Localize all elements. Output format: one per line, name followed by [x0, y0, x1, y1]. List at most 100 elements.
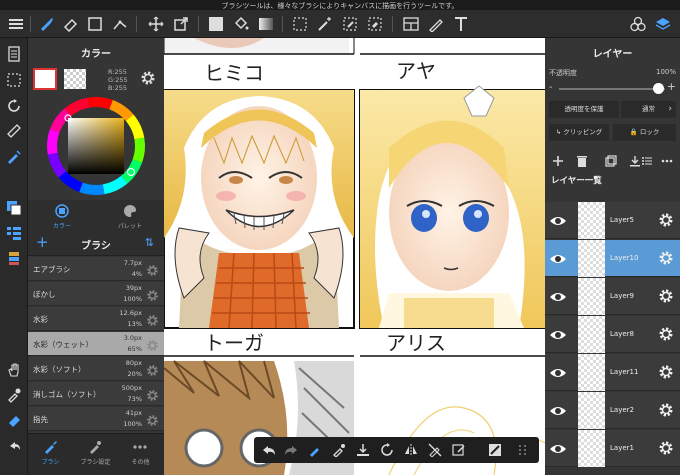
layer-settings-gear-icon[interactable]	[658, 364, 674, 380]
brush-settings-gear-icon[interactable]	[146, 337, 159, 351]
layer-row[interactable]: Layer1	[545, 430, 680, 467]
transform-tool-icon[interactable]	[171, 14, 191, 34]
eraser-quick-icon[interactable]	[4, 410, 24, 430]
visibility-eye-icon[interactable]	[549, 365, 567, 379]
brush-tool-icon[interactable]	[36, 14, 56, 34]
eyedropper-icon[interactable]	[4, 385, 24, 405]
tab-brush[interactable]: ブラシ	[28, 434, 73, 475]
lock-button[interactable]: 🔒 ロック	[613, 124, 676, 141]
brush-item[interactable]: エアブラシ 7.7px 4%	[28, 257, 164, 281]
color-settings-gear-icon[interactable]	[140, 70, 156, 86]
fullscreen-icon[interactable]	[486, 441, 504, 459]
move-tool-icon[interactable]	[146, 14, 166, 34]
snap-off-icon[interactable]	[426, 441, 444, 459]
rotate-icon[interactable]	[4, 96, 24, 116]
layer-settings-gear-icon[interactable]	[658, 402, 674, 418]
secondary-color-swatch[interactable]	[64, 69, 86, 89]
tab-brush-settings[interactable]: ブラシ設定	[73, 434, 118, 475]
flip-horizontal-icon[interactable]	[402, 441, 420, 459]
drawing-canvas[interactable]: ヒミコ アヤ トーガ アリス	[164, 38, 545, 475]
duplicate-layer-icon[interactable]	[603, 153, 619, 169]
grip-icon[interactable]	[514, 441, 532, 459]
save-icon[interactable]	[354, 441, 372, 459]
eyedropper-quick-icon[interactable]	[330, 441, 348, 459]
layer-stack-icon[interactable]	[4, 248, 24, 268]
selection-tool-icon[interactable]	[290, 14, 310, 34]
brush-settings-gear-icon[interactable]	[146, 287, 159, 301]
select-rect-icon[interactable]	[4, 70, 24, 90]
blend-mode-select[interactable]: 通常 ›	[621, 101, 676, 118]
edit-selection-icon[interactable]	[450, 441, 468, 459]
tab-other[interactable]: その他	[118, 434, 163, 475]
brush-item[interactable]: 水彩（ソフト） 80px 20%	[28, 357, 164, 381]
visibility-eye-icon[interactable]	[549, 327, 567, 341]
layers-icon[interactable]	[653, 14, 673, 34]
menu-icon[interactable]	[6, 14, 26, 34]
brush-item[interactable]: ぼかし 39px 100%	[28, 282, 164, 306]
layer-settings-gear-icon[interactable]	[658, 212, 674, 228]
visibility-eye-icon[interactable]	[549, 403, 567, 417]
layer-settings-gear-icon[interactable]	[658, 250, 674, 266]
shape-tool-icon[interactable]	[110, 14, 130, 34]
sort-brushes-icon[interactable]: ⇅	[145, 236, 154, 249]
layer-row[interactable]: Layer9	[545, 278, 680, 315]
undo-icon[interactable]	[260, 441, 278, 459]
layer-row[interactable]: Layer10	[545, 240, 680, 277]
redo-icon[interactable]	[282, 441, 300, 459]
opacity-decrease-button[interactable]: -	[549, 82, 553, 93]
add-layer-icon[interactable]	[550, 153, 566, 169]
visibility-eye-icon[interactable]	[549, 441, 567, 455]
rotate-canvas-icon[interactable]	[378, 441, 396, 459]
layer-settings-gear-icon[interactable]	[658, 288, 674, 304]
primary-color-swatch[interactable]	[33, 68, 57, 90]
visibility-eye-icon[interactable]	[549, 213, 567, 227]
color-swap-icon[interactable]	[4, 198, 24, 218]
opacity-slider-track[interactable]	[559, 88, 665, 90]
panel-list-icon[interactable]	[4, 223, 24, 243]
visibility-eye-icon[interactable]	[549, 251, 567, 265]
selection-pen-icon[interactable]	[340, 14, 360, 34]
brush-item[interactable]: 指先 41px 100%	[28, 407, 164, 431]
pages-icon[interactable]	[4, 44, 24, 64]
tab-color[interactable]: カラー	[28, 200, 96, 230]
selection-eraser-icon[interactable]	[365, 14, 385, 34]
clipping-button[interactable]: ↳ クリッピング	[549, 124, 609, 141]
pen-stabilizer-icon[interactable]	[4, 146, 24, 166]
layer-row[interactable]: Layer11	[545, 354, 680, 391]
protect-alpha-button[interactable]: 透明度を保護	[549, 101, 619, 118]
layer-list-icon[interactable]	[639, 153, 655, 169]
bucket-tool-icon[interactable]	[231, 14, 251, 34]
layer-row[interactable]: Layer2	[545, 392, 680, 429]
rectangle-select-icon[interactable]	[85, 14, 105, 34]
brush-item[interactable]: 水彩（ウェット） 3.0px 65%	[28, 332, 164, 356]
magic-wand-icon[interactable]	[315, 14, 335, 34]
dot-tool-icon[interactable]	[426, 14, 446, 34]
opacity-increase-button[interactable]: +	[667, 80, 676, 93]
brush-item[interactable]: 水彩 12.6px 13%	[28, 307, 164, 331]
brush-settings-gear-icon[interactable]	[146, 387, 159, 401]
opacity-slider-thumb[interactable]	[653, 83, 664, 94]
text-tool-icon[interactable]	[451, 14, 471, 34]
brush-settings-gear-icon[interactable]	[146, 412, 159, 426]
undo-icon[interactable]	[4, 436, 24, 456]
ruler-icon[interactable]	[4, 121, 24, 141]
tab-palette[interactable]: パレット	[96, 200, 164, 230]
visibility-eye-icon[interactable]	[549, 289, 567, 303]
panel-divide-icon[interactable]	[401, 14, 421, 34]
layer-settings-gear-icon[interactable]	[658, 326, 674, 342]
fill-color-icon[interactable]	[206, 14, 226, 34]
brush-settings-gear-icon[interactable]	[146, 312, 159, 326]
delete-layer-icon[interactable]	[574, 153, 590, 169]
brush-item[interactable]: 消しゴム（ソフト） 500px 73%	[28, 382, 164, 406]
layer-settings-gear-icon[interactable]	[658, 440, 674, 456]
layer-row[interactable]: Layer8	[545, 316, 680, 353]
gradient-tool-icon[interactable]	[256, 14, 276, 34]
color-wheel[interactable]	[38, 96, 154, 212]
brush-settings-gear-icon[interactable]	[146, 262, 159, 276]
layer-row[interactable]: Layer5	[545, 202, 680, 239]
brush-settings-gear-icon[interactable]	[146, 362, 159, 376]
hand-tool-icon[interactable]	[4, 360, 24, 380]
eraser-tool-icon[interactable]	[60, 14, 80, 34]
materials-icon[interactable]	[628, 14, 648, 34]
more-options-icon[interactable]	[659, 153, 675, 169]
